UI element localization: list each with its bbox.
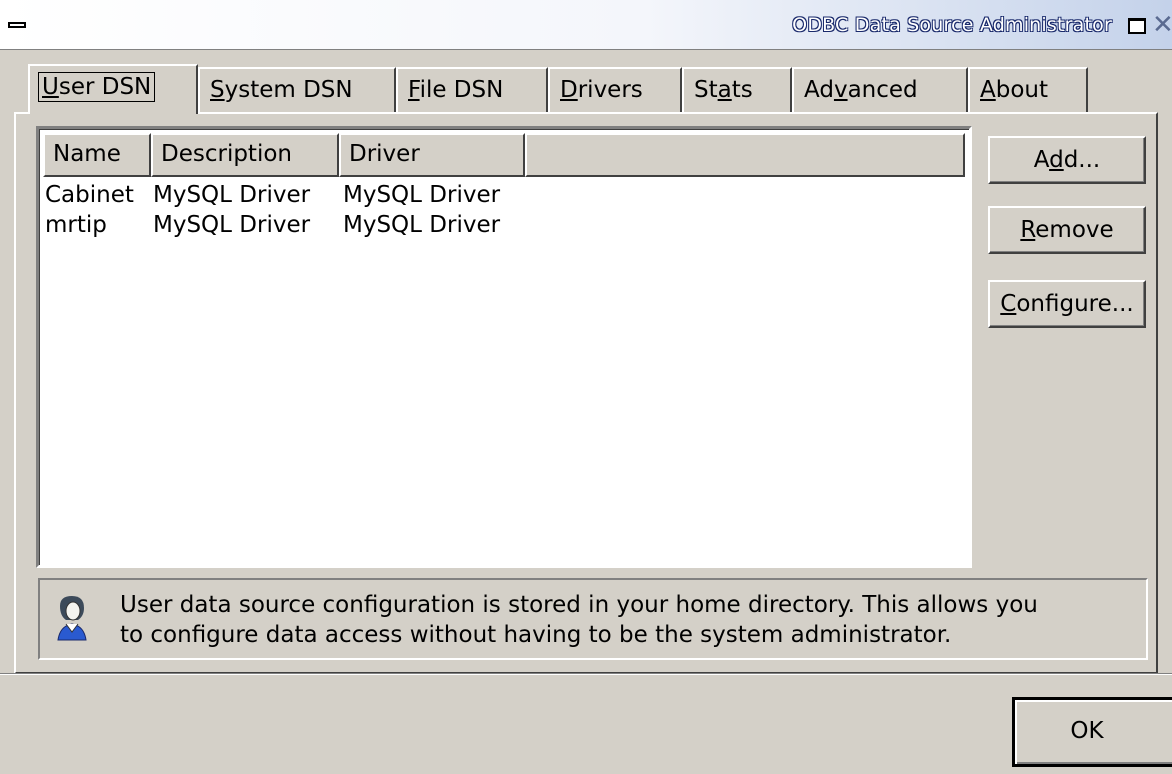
info-line-2: to configure data access without having …	[120, 622, 952, 648]
close-icon[interactable]: ✕	[1152, 10, 1172, 40]
tab-file-dsn[interactable]: File DSN	[396, 67, 548, 114]
tab-about[interactable]: About	[968, 67, 1088, 114]
tab-stats[interactable]: Stats	[682, 67, 792, 114]
row-driver: MySQL Driver	[343, 182, 501, 208]
maximize-icon[interactable]	[1128, 18, 1146, 34]
dsn-list[interactable]: Name Description Driver Cabinet MySQL Dr…	[36, 126, 972, 568]
column-header-description[interactable]: Description	[151, 133, 339, 177]
info-text: User data source configuration is stored…	[120, 590, 1144, 650]
table-row[interactable]: Cabinet MySQL Driver MySQL Driver	[43, 181, 965, 211]
tab-drivers[interactable]: Drivers	[548, 67, 682, 114]
separator	[0, 673, 1172, 675]
tab-label: About	[980, 77, 1049, 103]
tab-label: File DSN	[408, 77, 504, 103]
user-icon	[57, 596, 87, 641]
column-header-name[interactable]: Name	[43, 133, 151, 177]
list-header: Name Description Driver	[43, 133, 965, 177]
tab-label: Drivers	[560, 77, 643, 103]
window-menu-icon[interactable]	[8, 22, 26, 28]
row-description: MySQL Driver	[153, 182, 311, 208]
add-button[interactable]: Add...	[988, 136, 1146, 184]
tab-label: Advanced	[804, 77, 918, 103]
tab-advanced[interactable]: Advanced	[792, 67, 968, 114]
tab-label: Stats	[694, 77, 753, 103]
title-bar[interactable]: ODBC Data Source Administrator ✕	[0, 0, 1172, 50]
remove-button[interactable]: Remove	[988, 206, 1146, 254]
table-row[interactable]: mrtip MySQL Driver MySQL Driver	[43, 211, 965, 241]
info-box: User data source configuration is stored…	[38, 578, 1148, 660]
window-title: ODBC Data Source Administrator	[792, 14, 1112, 36]
tab-user-dsn[interactable]: User DSN	[28, 64, 198, 114]
info-line-1: User data source configuration is stored…	[120, 592, 1038, 618]
ok-button[interactable]: OK	[1012, 697, 1172, 767]
tab-label: User DSN	[37, 72, 156, 102]
column-header-filler	[525, 133, 965, 177]
column-header-driver[interactable]: Driver	[339, 133, 525, 177]
row-driver: MySQL Driver	[343, 212, 501, 238]
row-description: MySQL Driver	[153, 212, 311, 238]
row-name: Cabinet	[45, 182, 134, 208]
tab-label: System DSN	[210, 77, 353, 103]
configure-button[interactable]: Configure...	[988, 280, 1146, 328]
row-name: mrtip	[45, 212, 107, 238]
tab-system-dsn[interactable]: System DSN	[198, 67, 396, 114]
list-rows: Cabinet MySQL Driver MySQL Driver mrtip …	[43, 181, 965, 241]
